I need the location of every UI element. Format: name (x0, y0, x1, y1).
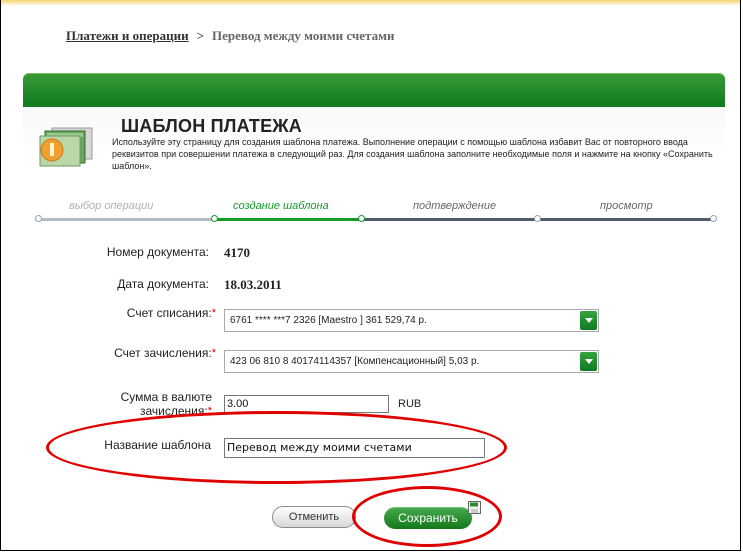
template-name-input[interactable]: Перевод между моими счетами (224, 438, 485, 458)
step-label-create-template: создание шаблона (233, 200, 329, 212)
breadcrumb: Платежи и операции > Перевод между моими с… (66, 28, 394, 44)
amount-label-line1: Сумма в валюте (120, 390, 212, 404)
document-number-label: Номер документа: (106, 245, 209, 259)
step-label-confirm: подтверждение (413, 200, 497, 212)
breadcrumb-arrow-icon: > (196, 28, 205, 43)
debit-account-select[interactable]: 6761 **** ***7 2326 [Maestro ] 361 529,7… (224, 309, 599, 332)
step-dot-3 (358, 215, 365, 222)
required-mark-debit: * (211, 307, 216, 319)
folder-icon (39, 127, 93, 167)
page-description: Используйте эту страницу для создания ша… (112, 137, 713, 171)
page-frame: Платежи и операции > Перевод между моими с… (0, 0, 741, 551)
document-date-value: 18.03.2011 (224, 277, 282, 292)
progress-steps: выбор операции создание шаблона подтверж… (35, 200, 725, 225)
amount-label: Сумма в валюте зачисления:* (86, 390, 212, 418)
step-label-view: просмотр (600, 200, 653, 212)
top-strip (1, 0, 740, 6)
template-name-label: Название шаблона (104, 438, 211, 452)
step-dot-2 (211, 215, 218, 222)
step-line-1 (35, 218, 215, 221)
credit-account-select[interactable]: 423 06 810 8 40174114357 [Компенсационны… (224, 350, 599, 373)
chevron-down-icon[interactable] (580, 311, 597, 330)
debit-account-selected-value: 6761 **** ***7 2326 [Maestro ] 361 529,7… (230, 315, 427, 326)
amount-label-line2: зачисления:* (140, 404, 212, 418)
debit-account-label-text: Счет списания: (126, 306, 212, 320)
currency-label: RUB (398, 398, 422, 410)
credit-account-selected-value: 423 06 810 8 40174114357 [Компенсационны… (230, 356, 480, 367)
credit-account-label: Счет зачисления:* (61, 346, 216, 360)
debit-account-label: Счет списания:* (61, 306, 216, 320)
panel-header (23, 73, 725, 107)
save-button[interactable]: Сохранить (384, 507, 472, 529)
breadcrumb-link-payments[interactable]: Платежи и операции (66, 28, 189, 43)
step-line-2 (215, 218, 362, 221)
document-number-value: 4170 (224, 245, 250, 260)
step-line-3 (362, 218, 538, 221)
chevron-down-icon[interactable] (580, 352, 597, 371)
floppy-disk-icon (468, 501, 481, 514)
credit-account-label-text: Счет зачисления: (114, 346, 212, 360)
cancel-button[interactable]: Отменить (272, 506, 356, 528)
required-mark-amount: * (207, 405, 212, 417)
breadcrumb-current: Перевод между моими счетами (212, 28, 395, 43)
document-date-label: Дата документа: (117, 277, 209, 291)
step-dot-4 (534, 215, 541, 222)
amount-input[interactable]: 3.00 (224, 395, 389, 413)
required-mark-credit: * (211, 347, 216, 359)
step-line-4 (538, 218, 714, 221)
step-dot-1 (35, 215, 42, 222)
step-dot-5 (710, 215, 717, 222)
step-label-select-operation: выбор операции (69, 200, 154, 212)
page-title: ШАБЛОН ПЛАТЕЖА (121, 116, 302, 136)
